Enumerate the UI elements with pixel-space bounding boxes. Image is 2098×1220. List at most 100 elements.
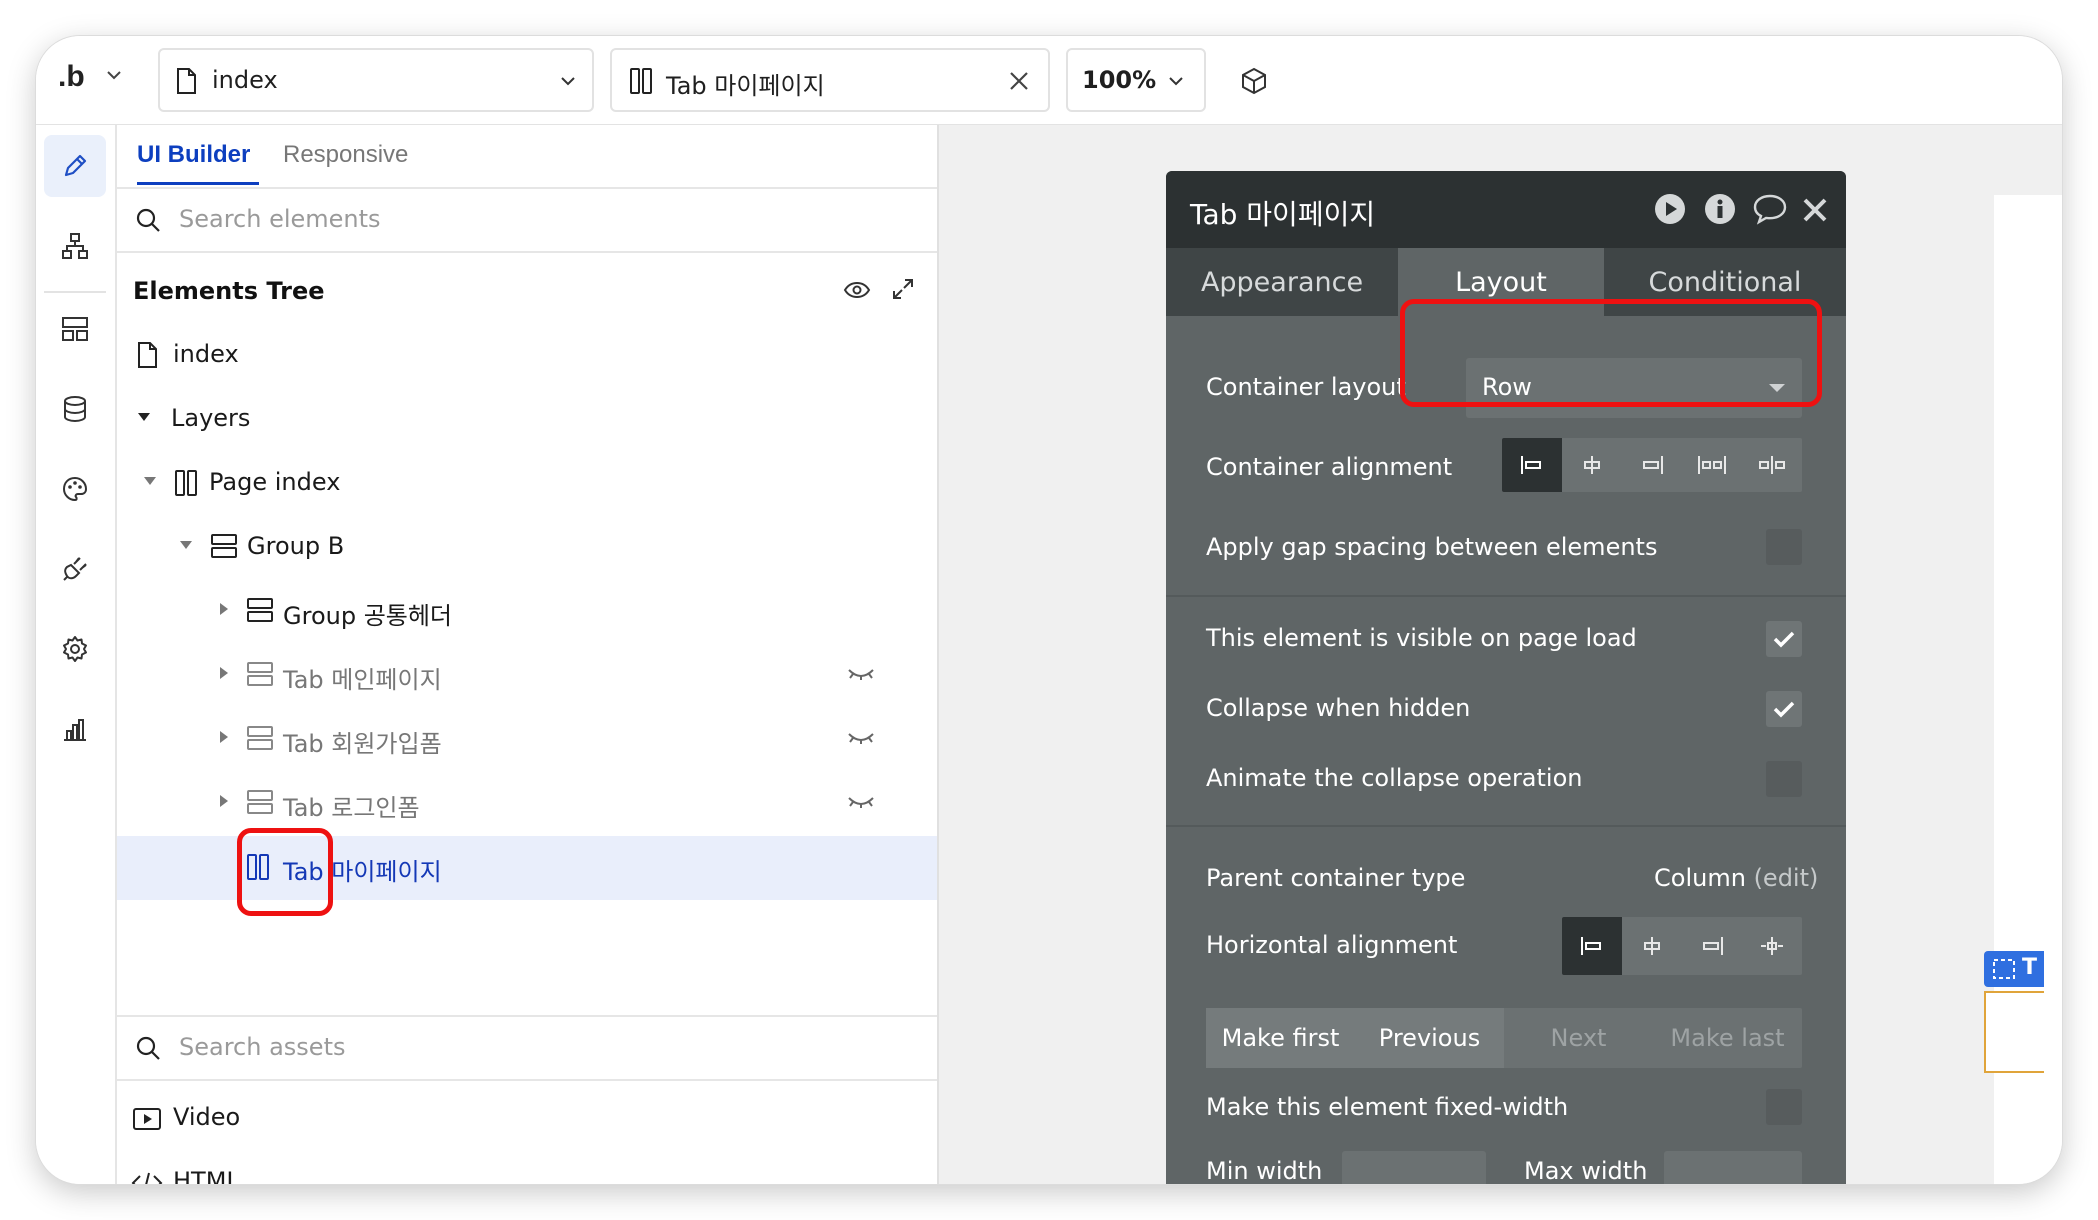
fixed-width-checkbox[interactable] (1766, 1089, 1802, 1125)
align-center-icon (1644, 937, 1660, 955)
h-align-stretch-button[interactable] (1742, 917, 1802, 975)
highlight-box (1400, 299, 1822, 407)
canvas-element-tag[interactable]: T (1984, 951, 2044, 987)
collapse-hidden-checkbox[interactable] (1766, 691, 1802, 727)
h-align-end-button[interactable] (1682, 917, 1742, 975)
page-selector[interactable]: index (158, 48, 594, 112)
make-first-button[interactable]: Make first (1206, 1008, 1355, 1068)
gap-spacing-label: Apply gap spacing between elements (1206, 533, 1658, 561)
align-end-icon (1643, 456, 1663, 474)
search-elements-field[interactable]: Search elements (117, 189, 937, 251)
tab-responsive[interactable]: Responsive (283, 141, 408, 169)
align-start-icon (1521, 456, 1541, 474)
tree-item-group-header[interactable]: Group 공통헤더 (117, 580, 937, 644)
h-align-start-button[interactable] (1562, 917, 1622, 975)
close-icon[interactable] (1802, 197, 1828, 223)
expand-icon[interactable] (891, 277, 915, 301)
parent-type-edit-link[interactable]: (edit) (1754, 864, 1819, 892)
plugins-icon (63, 557, 87, 581)
logs-chart-icon (64, 719, 86, 741)
column-layout-icon (175, 470, 197, 496)
align-end-button[interactable] (1622, 438, 1682, 492)
active-tab-underline (137, 182, 259, 185)
logs-tab-button[interactable] (44, 698, 106, 760)
design-tab-button[interactable] (44, 135, 106, 197)
next-button[interactable]: Next (1504, 1008, 1653, 1068)
plugins-tab-button[interactable] (44, 538, 106, 600)
chevron-down-icon[interactable] (106, 70, 122, 80)
tree-item-group-b[interactable]: Group B (117, 516, 937, 580)
hidden-eye-icon[interactable] (847, 666, 875, 682)
h-align-center-button[interactable] (1622, 917, 1682, 975)
data-tab-button[interactable] (44, 378, 106, 440)
caret-down-icon (138, 413, 150, 421)
caret-right-icon (220, 795, 228, 807)
rail-divider (44, 291, 106, 293)
zoom-value: 100% (1082, 66, 1157, 94)
hidden-eye-icon[interactable] (847, 730, 875, 746)
chevron-down-icon (1169, 77, 1183, 86)
horizontal-alignment-label: Horizontal alignment (1206, 931, 1458, 959)
align-space-between-button[interactable] (1682, 438, 1742, 492)
tree-item-page-index[interactable]: Page index (117, 452, 937, 516)
eye-icon[interactable] (843, 281, 871, 299)
align-start-button[interactable] (1502, 438, 1562, 492)
element-order-bar: Make first Previous Next Make last (1206, 1008, 1802, 1068)
close-icon[interactable] (1008, 70, 1030, 92)
tree-item-tab-main[interactable]: Tab 메인페이지 (117, 644, 937, 708)
caret-right-icon (220, 667, 228, 679)
section-divider (1166, 595, 1846, 597)
design-pencil-icon (64, 154, 87, 177)
tree-item-layers[interactable]: Layers (117, 388, 937, 452)
align-center-button[interactable] (1562, 438, 1622, 492)
caret-right-icon (220, 603, 228, 615)
column-layout-icon (630, 68, 652, 94)
styles-tab-button[interactable] (44, 458, 106, 520)
workflow-tab-button[interactable] (44, 215, 106, 277)
search-elements-input[interactable]: Search elements (179, 205, 381, 233)
cube-preview-icon[interactable] (1239, 66, 1269, 96)
play-icon[interactable] (1654, 193, 1686, 225)
info-icon[interactable] (1704, 193, 1736, 225)
comment-icon[interactable] (1752, 193, 1788, 225)
tree-item-tab-signup[interactable]: Tab 회원가입폼 (117, 708, 937, 772)
make-last-button[interactable]: Make last (1653, 1008, 1802, 1068)
visible-on-load-checkbox[interactable] (1766, 621, 1802, 657)
tree-item-index[interactable]: index (117, 324, 937, 388)
chevron-down-icon (561, 77, 575, 86)
hidden-eye-icon[interactable] (847, 794, 875, 810)
canvas-selected-element[interactable] (1984, 991, 2044, 1073)
max-width-input[interactable] (1664, 1151, 1802, 1184)
property-editor-title: Tab 마이페이지 (1190, 198, 1376, 231)
space-around-icon (1759, 456, 1785, 474)
tab-ui-builder[interactable]: UI Builder (137, 141, 250, 169)
container-alignment-control (1502, 438, 1802, 492)
stretch-icon (1761, 937, 1783, 955)
tree-item-tab-login[interactable]: Tab 로그인폼 (117, 772, 937, 836)
search-assets-input[interactable]: Search assets (179, 1033, 345, 1061)
search-icon (136, 1036, 160, 1060)
settings-tab-button[interactable] (44, 618, 106, 680)
animate-collapse-checkbox[interactable] (1766, 761, 1802, 797)
asset-item-html[interactable]: HTML (117, 1153, 937, 1184)
asset-item-video[interactable]: Video (117, 1089, 937, 1149)
data-layout-icon (62, 317, 88, 341)
previous-button[interactable]: Previous (1355, 1008, 1504, 1068)
data-layout-tab-button[interactable] (44, 298, 106, 360)
element-selector[interactable]: Tab 마이페이지 (610, 48, 1050, 112)
video-icon (133, 1108, 161, 1130)
property-editor-header[interactable]: Tab 마이페이지 (1166, 171, 1846, 248)
gap-spacing-checkbox[interactable] (1766, 529, 1802, 565)
code-icon (131, 1172, 163, 1184)
align-space-around-button[interactable] (1742, 438, 1802, 492)
zoom-selector[interactable]: 100% (1066, 48, 1206, 112)
bubble-logo[interactable]: .b (58, 60, 85, 94)
align-start-icon (1581, 937, 1601, 955)
search-assets-field[interactable]: Search assets (117, 1017, 937, 1079)
min-width-input[interactable] (1342, 1151, 1486, 1184)
asset-label: Video (173, 1103, 241, 1131)
row-group-icon (247, 598, 273, 622)
tab-appearance[interactable]: Appearance (1166, 248, 1398, 316)
space-between-icon (1698, 456, 1726, 474)
align-end-icon (1703, 937, 1723, 955)
